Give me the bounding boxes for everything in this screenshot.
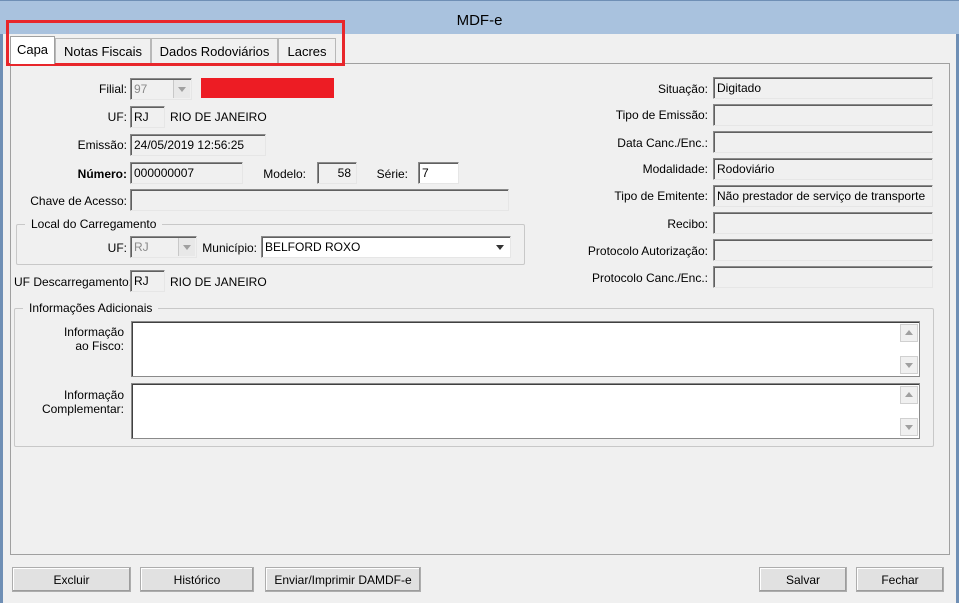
local-carregamento-label: Local do Carregamento [25, 217, 163, 231]
emissao-field[interactable]: 24/05/2019 12:56:25 [130, 134, 266, 156]
protocolo-autorizacao-label: Protocolo Autorização: [587, 244, 708, 258]
modalidade-label: Modalidade: [642, 162, 708, 176]
carregamento-uf-label: UF: [107, 241, 127, 255]
carregamento-uf-dropdown[interactable]: RJ [130, 236, 197, 258]
protocolo-autorizacao-field[interactable] [713, 239, 933, 261]
scroll-down-icon[interactable] [900, 418, 918, 436]
modelo-label: Modelo: [263, 167, 306, 181]
redacted-filial-name [201, 78, 334, 98]
municipio-dropdown[interactable]: BELFORD ROXO [261, 236, 511, 258]
tabs-highlight-box [6, 20, 345, 66]
chevron-down-icon [178, 238, 195, 256]
serie-field[interactable]: 7 [418, 162, 459, 184]
recibo-field[interactable] [713, 212, 933, 234]
info-complementar-textarea[interactable] [131, 383, 920, 439]
recibo-label: Recibo: [667, 217, 708, 231]
serie-label: Série: [376, 167, 408, 181]
window-frame-left [0, 34, 3, 603]
historico-button[interactable]: Histórico [140, 567, 254, 592]
numero-label: Número: [77, 167, 127, 181]
data-canc-label: Data Canc./Enc.: [617, 136, 708, 150]
protocolo-canc-label: Protocolo Canc./Enc.: [591, 271, 708, 285]
tipo-emissao-label: Tipo de Emissão: [615, 108, 708, 122]
tab-capa[interactable]: Capa [10, 36, 55, 64]
municipio-label: Município: [202, 241, 257, 255]
uf-label: UF: [107, 110, 127, 124]
numero-field[interactable]: 000000007 [130, 162, 243, 184]
scroll-up-icon[interactable] [900, 386, 918, 404]
chave-acesso-field[interactable] [130, 189, 509, 211]
chevron-down-icon [492, 238, 509, 256]
tipo-emitente-label: Tipo de Emitente: [614, 189, 708, 203]
filial-dropdown[interactable]: 97 [130, 78, 192, 100]
emissao-label: Emissão: [77, 138, 127, 152]
chevron-down-icon [173, 80, 190, 98]
enviar-imprimir-damdfe-button[interactable]: Enviar/Imprimir DAMDF-e [265, 567, 421, 592]
excluir-button[interactable]: Excluir [12, 567, 131, 592]
tipo-emissao-field[interactable] [713, 104, 933, 126]
data-canc-field[interactable] [713, 131, 933, 153]
uf-descarregamento-name: RIO DE JANEIRO [170, 275, 267, 289]
uf-name: RIO DE JANEIRO [170, 110, 267, 124]
uf-field[interactable]: RJ [130, 106, 165, 128]
scroll-down-icon[interactable] [900, 356, 918, 374]
uf-descarregamento-label: UF Descarregamento: [14, 275, 133, 289]
tipo-emitente-field[interactable]: Não prestador de serviço de transporte [713, 185, 933, 207]
informacoes-adicionais-label: Informações Adicionais [23, 301, 159, 315]
scroll-up-icon[interactable] [900, 324, 918, 342]
filial-label: Filial: [98, 82, 127, 96]
fechar-button[interactable]: Fechar [856, 567, 944, 592]
info-fisco-label-1: Informação [63, 325, 124, 339]
info-compl-label-2: Complementar: [41, 402, 124, 416]
info-compl-label-1: Informação [63, 388, 124, 402]
protocolo-canc-field[interactable] [713, 266, 933, 288]
modalidade-field[interactable]: Rodoviário [713, 158, 933, 180]
chave-acesso-label: Chave de Acesso: [30, 194, 127, 208]
uf-descarregamento-field[interactable]: RJ [130, 270, 165, 292]
situacao-field[interactable]: Digitado [713, 77, 933, 99]
salvar-button[interactable]: Salvar [759, 567, 847, 592]
info-fisco-label-2: ao Fisco: [75, 339, 124, 353]
situacao-label: Situação: [657, 82, 708, 96]
info-fisco-textarea[interactable] [131, 321, 920, 377]
modelo-field[interactable]: 58 [317, 162, 357, 184]
